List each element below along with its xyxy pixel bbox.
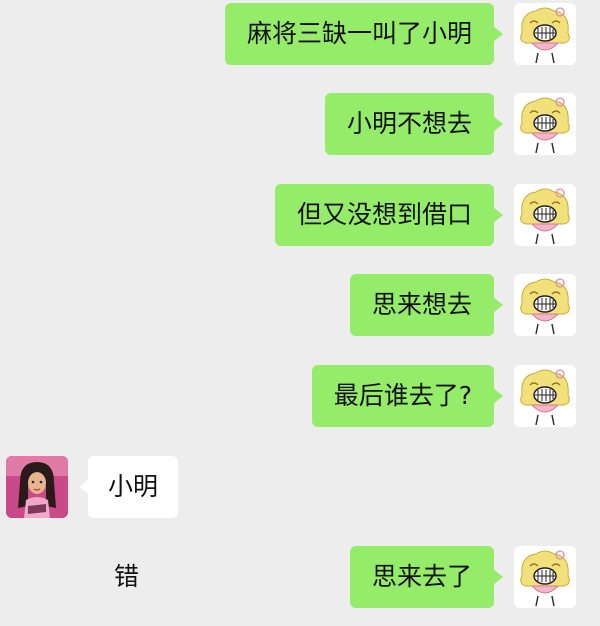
plain-message-text: 错 <box>114 562 140 591</box>
cartoon-girl-avatar-icon[interactable] <box>514 3 576 65</box>
doll-avatar-icon[interactable] <box>6 456 68 518</box>
cartoon-girl-avatar-icon[interactable] <box>514 184 576 246</box>
sent-message-bubble[interactable]: 思来去了 <box>349 546 504 608</box>
sent-message-bubble[interactable]: 小明不想去 <box>324 93 504 155</box>
sent-message-bubble[interactable]: 最后谁去了? <box>311 365 504 427</box>
cartoon-girl-avatar-icon[interactable] <box>514 365 576 427</box>
sent-message-bubble[interactable]: 麻将三缺一叫了小明 <box>224 3 504 65</box>
chat-window: 麻将三缺一叫了小明 小明不想去 但又没想到借口 思来想去 最后谁去了? 小明 错… <box>0 0 600 626</box>
received-message-bubble[interactable]: 小明 <box>78 456 179 518</box>
sent-message-bubble[interactable]: 但又没想到借口 <box>274 184 504 246</box>
cartoon-girl-avatar-icon[interactable] <box>514 274 576 336</box>
cartoon-girl-avatar-icon[interactable] <box>514 93 576 155</box>
sent-message-bubble[interactable]: 思来想去 <box>349 274 504 336</box>
cartoon-girl-avatar-icon[interactable] <box>514 546 576 608</box>
